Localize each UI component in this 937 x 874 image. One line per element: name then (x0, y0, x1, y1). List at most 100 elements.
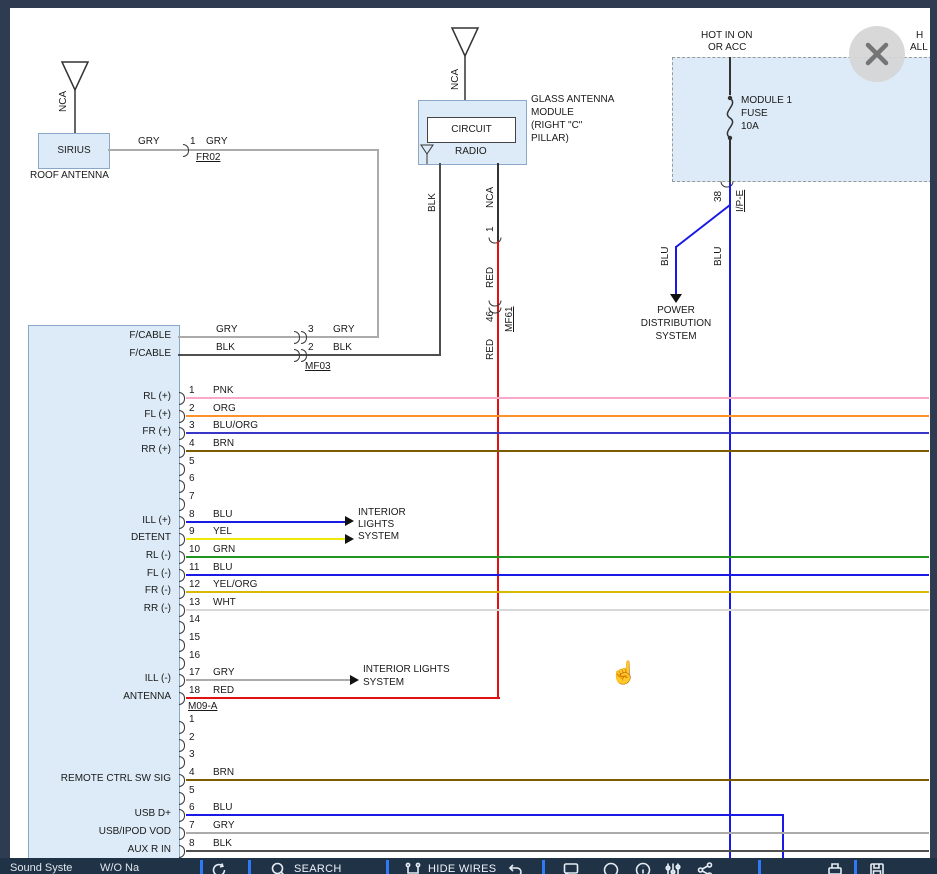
pin-number: 3 (189, 749, 195, 761)
comment-button[interactable] (562, 861, 580, 874)
component-caption: ROOF ANTENNA (30, 170, 109, 182)
wire-blu-branch (675, 246, 677, 295)
antenna-icon-small (419, 143, 437, 167)
wire-color-label: RED (213, 685, 234, 697)
print-icon (826, 861, 844, 874)
toolbar-separator (200, 860, 203, 874)
bottom-toolbar: Sound Syste W/O Na SEARCH HIDE WIRES (0, 858, 937, 874)
wire-brn (186, 779, 929, 781)
pin-function-label: RL (+) (30, 391, 171, 403)
connector-pin-arc (179, 621, 185, 634)
wire-red (186, 697, 500, 699)
system-ref-label: SYSTEM (626, 331, 726, 343)
connector-pin-arc (179, 533, 185, 546)
pin-function-label: FR (+) (30, 426, 171, 438)
wire-color-label: GRN (213, 544, 235, 556)
history-button[interactable] (210, 861, 228, 874)
system-ref-label: INTERIOR (358, 507, 406, 519)
info-button[interactable] (634, 861, 652, 874)
toolbar-separator (758, 860, 761, 874)
wire-gry (108, 149, 378, 151)
wire-grn (186, 556, 929, 558)
wire-color-label: YEL/ORG (213, 579, 257, 591)
pin-number: 8 (189, 838, 195, 850)
wire-color-label: RED (485, 339, 496, 360)
pin-number: 16 (189, 650, 200, 662)
connector-pin-arc (489, 238, 502, 244)
search-label[interactable]: SEARCH (294, 863, 342, 874)
wire-color-label: BLK (427, 193, 438, 212)
pin-number: 12 (189, 579, 200, 591)
pin-function-label: ILL (+) (30, 515, 171, 527)
wire-color-label: BLU (213, 562, 232, 574)
toolbar-separator (542, 860, 545, 874)
fuse-module-label: MODULE 1 (741, 95, 792, 107)
wire-brn (186, 450, 929, 452)
connector-pin-arc (179, 463, 185, 476)
hot-label-partial: ALL (910, 42, 928, 54)
search-button[interactable] (270, 861, 288, 874)
arrow-right-icon (350, 675, 359, 685)
pin-number: 46 (485, 311, 496, 322)
wire-color-label: BLU/ORG (213, 420, 258, 432)
pin-number: 6 (189, 802, 195, 814)
wiring-diagram-viewer: NCA SIRIUS ROOF ANTENNA GRY 1 GRY FR02 N… (0, 0, 937, 874)
system-ref-label: INTERIOR LIGHTS (363, 664, 450, 676)
circle-icon (602, 861, 620, 874)
module-name-line: (RIGHT "C" (531, 120, 582, 132)
wire-color-label: BLU (660, 247, 671, 266)
pin-number: 4 (189, 767, 195, 779)
wire-org (186, 415, 929, 417)
pin-function-label: DETENT (30, 532, 171, 544)
wire-blu-org (186, 432, 929, 434)
connector-pin-arc (179, 427, 185, 440)
right-frame (930, 0, 937, 858)
connector-pin-arc (294, 349, 300, 362)
save-icon (868, 861, 886, 874)
connector-pin-arc (179, 774, 185, 787)
antenna-icon (450, 26, 480, 102)
wire-color-label: NCA (58, 91, 69, 112)
pin-function-label: AUX R IN (30, 844, 171, 856)
pin-number: 10 (189, 544, 200, 556)
settings-button[interactable] (664, 861, 682, 874)
pin-number: 9 (189, 526, 195, 538)
close-icon (849, 26, 905, 82)
wire-blu (186, 574, 929, 576)
connector-pin-arc (179, 551, 185, 564)
share-button[interactable] (696, 861, 714, 874)
undo-button[interactable] (506, 861, 524, 874)
system-variant-label: W/O Na (100, 862, 139, 874)
pin-number: 3 (189, 420, 195, 432)
connector-pin-arc (179, 657, 185, 670)
close-button[interactable] (849, 26, 905, 82)
system-ref-label: SYSTEM (363, 677, 404, 689)
pin-number: 1 (189, 385, 195, 397)
pin-function-label: RL (-) (30, 550, 171, 562)
arrow-down-icon (670, 294, 682, 303)
search-icon (270, 861, 288, 874)
top-frame (0, 0, 937, 8)
pin-number: 6 (189, 473, 195, 485)
pin-function-label: USB/IPOD VOD (30, 826, 171, 838)
pin-number: 5 (189, 456, 195, 468)
wire-color-label: PNK (213, 385, 234, 397)
hide-wires-label[interactable]: HIDE WIRES (428, 863, 496, 874)
system-ref-label: DISTRIBUTION (626, 318, 726, 330)
connector-name: MF03 (305, 361, 331, 373)
fuse-amp-label: 10A (741, 121, 759, 133)
info-icon (634, 861, 652, 874)
wire-color-label: BRN (213, 767, 234, 779)
hide-wires-button[interactable] (404, 861, 422, 874)
wire-color-label: BLU (213, 509, 232, 521)
record-button[interactable] (602, 861, 620, 874)
wire-color-label: BLK (216, 342, 235, 354)
pin-function-label: RR (+) (30, 444, 171, 456)
fuse-out-wire (729, 139, 731, 183)
wire-color-label: GRY (333, 324, 355, 336)
pin-number: 4 (189, 438, 195, 450)
save-button[interactable] (868, 861, 886, 874)
pin-function-label: F/CABLE (30, 348, 171, 360)
module-name-line: GLASS ANTENNA (531, 94, 614, 106)
print-button[interactable] (826, 861, 844, 874)
